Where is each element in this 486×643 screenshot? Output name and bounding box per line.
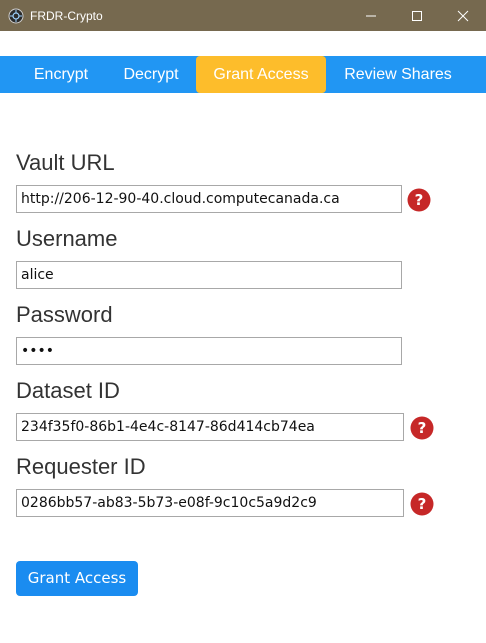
tab-bar: Encrypt Decrypt Grant Access Review Shar… (0, 56, 486, 93)
maximize-icon (412, 10, 422, 21)
grant-access-button[interactable]: Grant Access (16, 561, 138, 596)
title-bar: FRDR-Crypto (0, 0, 486, 31)
password-label: Password (16, 302, 113, 327)
close-icon (457, 10, 469, 21)
minimize-icon (366, 15, 376, 16)
close-button[interactable] (440, 0, 486, 31)
svg-text:?: ? (418, 495, 427, 513)
dataset-id-input[interactable] (16, 413, 404, 441)
maximize-button[interactable] (394, 0, 440, 31)
username-label: Username (16, 226, 118, 251)
minimize-button[interactable] (348, 0, 394, 31)
window-title: FRDR-Crypto (30, 9, 103, 23)
requester-id-help-icon[interactable]: ? (410, 492, 434, 516)
requester-id-input[interactable] (16, 489, 404, 517)
tab-grant-access[interactable]: Grant Access (196, 56, 326, 93)
vault-url-input[interactable] (16, 185, 402, 213)
svg-text:?: ? (415, 191, 424, 209)
username-input[interactable] (16, 261, 402, 289)
svg-text:?: ? (418, 419, 427, 437)
requester-id-label: Requester ID (16, 454, 146, 479)
dataset-id-label: Dataset ID (16, 378, 120, 403)
vault-url-label: Vault URL (16, 150, 115, 175)
dataset-id-help-icon[interactable]: ? (410, 416, 434, 440)
tab-review-shares[interactable]: Review Shares (332, 56, 464, 93)
password-input[interactable] (16, 337, 402, 365)
vault-url-help-icon[interactable]: ? (407, 188, 431, 212)
tab-encrypt[interactable]: Encrypt (18, 56, 104, 93)
tab-decrypt[interactable]: Decrypt (108, 56, 194, 93)
app-logo-icon (8, 8, 24, 24)
